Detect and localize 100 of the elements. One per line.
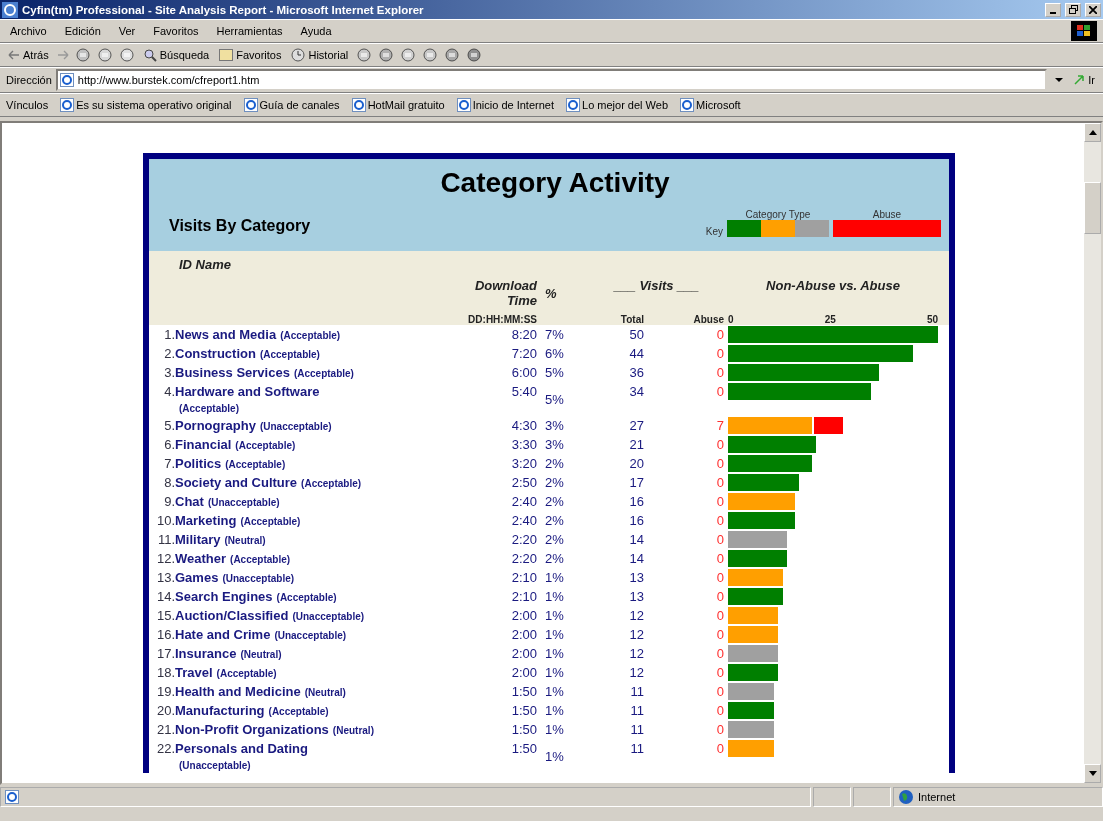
scrollbar[interactable] bbox=[1084, 123, 1101, 783]
visits-total: 20 bbox=[628, 455, 644, 473]
download-time: 1:50 bbox=[510, 721, 537, 739]
history-button[interactable]: Historial bbox=[289, 48, 351, 62]
percent-value: 1% bbox=[544, 664, 565, 682]
category-name[interactable]: Pornography bbox=[175, 418, 256, 433]
close-button[interactable] bbox=[1085, 2, 1101, 17]
minimize-icon bbox=[1050, 11, 1056, 14]
menu-item[interactable]: Ver bbox=[114, 25, 140, 37]
download-time: 4:30 bbox=[510, 417, 537, 435]
key-heading: Abuse bbox=[871, 209, 903, 220]
row-number: 20. bbox=[155, 702, 175, 720]
percent-value: 1% bbox=[544, 747, 565, 766]
row-number: 2. bbox=[163, 345, 175, 363]
address-label: Dirección bbox=[6, 74, 52, 86]
search-button[interactable]: Búsqueda bbox=[140, 48, 212, 62]
clock-icon bbox=[291, 48, 306, 62]
percent-value: 1% bbox=[544, 569, 565, 587]
key-heading: Category Type bbox=[744, 209, 812, 220]
link-button[interactable]: HotMail gratuito bbox=[351, 98, 445, 112]
abuse-count: 0 bbox=[715, 531, 724, 549]
category-type: (Acceptable) bbox=[240, 516, 301, 527]
category-name[interactable]: Games bbox=[175, 570, 219, 585]
scroll-thumb[interactable] bbox=[1084, 182, 1101, 234]
visits-total: 11 bbox=[629, 740, 644, 758]
category-name[interactable]: News and Media bbox=[175, 327, 277, 342]
percent-value: 2% bbox=[544, 531, 565, 549]
abuse-count: 0 bbox=[715, 345, 724, 363]
category-name[interactable]: Non-Profit Organizations bbox=[175, 722, 329, 737]
menu-item[interactable]: Edición bbox=[60, 25, 105, 37]
link-button[interactable]: Lo mejor del Web bbox=[566, 98, 669, 112]
row-number: 6. bbox=[163, 436, 175, 454]
category-name[interactable]: Construction bbox=[175, 346, 256, 361]
menu-item[interactable]: Ayuda bbox=[296, 25, 336, 37]
percent-value: 1% bbox=[544, 645, 565, 663]
visits-total: 11 bbox=[629, 702, 644, 720]
category-name[interactable]: Search Engines bbox=[175, 589, 273, 604]
page-icon bbox=[456, 98, 471, 112]
abuse-count: 0 bbox=[715, 721, 724, 739]
abuse-count: 0 bbox=[715, 626, 724, 644]
category-type: (Unacceptable) bbox=[222, 573, 295, 584]
category-name[interactable]: Society and Culture bbox=[175, 475, 298, 490]
visits-total: 34 bbox=[628, 383, 644, 401]
status-pane bbox=[813, 787, 851, 807]
scroll-up-icon[interactable] bbox=[1084, 123, 1101, 142]
menu-item[interactable]: Herramientas bbox=[212, 25, 287, 37]
link-button[interactable]: Es su sistema operativo original bbox=[60, 98, 232, 112]
category-name[interactable]: Insurance bbox=[175, 646, 237, 661]
category-name[interactable]: Personals and Dating bbox=[175, 741, 308, 756]
category-name[interactable]: Chat bbox=[175, 494, 204, 509]
category-name[interactable]: Manufacturing bbox=[175, 703, 265, 718]
abuse-count: 0 bbox=[715, 364, 724, 382]
scroll-down-icon[interactable] bbox=[1084, 764, 1101, 783]
category-name[interactable]: Health and Medicine bbox=[175, 684, 301, 699]
category-type: (Acceptable) bbox=[301, 478, 362, 489]
category-name[interactable]: Financial bbox=[175, 437, 232, 452]
visits-total: 36 bbox=[628, 364, 644, 382]
category-name[interactable]: Marketing bbox=[175, 513, 237, 528]
category-name[interactable]: Hardware and Software bbox=[175, 384, 320, 399]
menu-item[interactable]: Favoritos bbox=[149, 25, 203, 37]
window-title: Cyfin(tm) Professional - Site Analysis Report - Microsoft Internet Explorer bbox=[22, 3, 425, 16]
back-button[interactable]: Atrás bbox=[6, 49, 51, 61]
restore-icon bbox=[1068, 5, 1078, 14]
row-number: 3. bbox=[163, 364, 175, 382]
link-button[interactable]: Guía de canales bbox=[243, 98, 340, 112]
row-number: 4. bbox=[163, 383, 175, 401]
category-name[interactable]: Business Services bbox=[175, 365, 290, 380]
visits-total: 12 bbox=[628, 664, 644, 682]
link-button[interactable]: Microsoft bbox=[680, 98, 741, 112]
category-name[interactable]: Auction/Classified bbox=[175, 608, 289, 623]
category-name[interactable]: Military bbox=[175, 532, 221, 547]
category-name[interactable]: Travel bbox=[175, 665, 213, 680]
abuse-count: 0 bbox=[715, 645, 724, 663]
link-button[interactable]: Inicio de Internet bbox=[456, 98, 554, 112]
category-name[interactable]: Politics bbox=[175, 456, 222, 471]
address-field[interactable]: http://www.burstek.com/cfreport1.htm bbox=[55, 69, 1048, 91]
download-time: 2:00 bbox=[510, 607, 537, 625]
category-type: (Acceptable) bbox=[230, 554, 291, 565]
percent-value: 6% bbox=[544, 345, 565, 363]
download-time: 3:30 bbox=[510, 436, 537, 454]
visits-total: 12 bbox=[628, 626, 644, 644]
abuse-count: 0 bbox=[715, 512, 724, 530]
category-type: (Acceptable) bbox=[235, 440, 296, 451]
row-number: 14. bbox=[155, 588, 175, 606]
percent-value: 5% bbox=[544, 390, 565, 409]
percent-value: 1% bbox=[544, 702, 565, 720]
category-name[interactable]: Hate and Crime bbox=[175, 627, 271, 642]
visits-total: 16 bbox=[628, 512, 644, 530]
restore-button[interactable] bbox=[1065, 2, 1081, 17]
category-type: (Acceptable) bbox=[216, 668, 277, 679]
menu-item[interactable]: Archivo bbox=[6, 25, 51, 37]
status-pane bbox=[853, 787, 891, 807]
minimize-button[interactable] bbox=[1045, 2, 1061, 17]
percent-value: 2% bbox=[544, 493, 565, 511]
windows-logo-icon bbox=[1071, 21, 1097, 41]
go-button[interactable]: Ir bbox=[1071, 74, 1097, 86]
category-name[interactable]: Weather bbox=[175, 551, 227, 566]
row-number: 8. bbox=[163, 474, 175, 492]
row-number: 17. bbox=[155, 645, 175, 663]
favorites-button[interactable]: Favoritos bbox=[217, 49, 284, 61]
